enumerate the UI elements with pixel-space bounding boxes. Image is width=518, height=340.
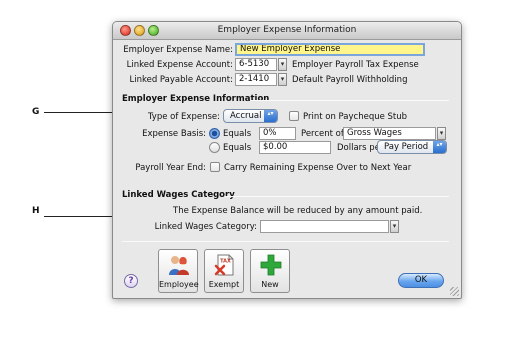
expense-info-separator (251, 100, 449, 101)
zoom-window-button[interactable] (148, 25, 159, 36)
employee-button-label: Employee (159, 280, 199, 289)
type-of-expense-value: Accrual (230, 111, 262, 121)
wages-section-title: Linked Wages Category (122, 190, 235, 200)
title-bar[interactable]: Employer Expense Information (113, 22, 461, 40)
employee-button[interactable]: Employee (158, 249, 199, 293)
expense-basis-label: Expense Basis: (142, 129, 206, 139)
window-title: Employer Expense Information (217, 25, 357, 35)
exempt-icon-text: TAX (220, 259, 231, 265)
minimize-window-button[interactable] (134, 25, 145, 36)
equals-percent-radio[interactable] (209, 128, 220, 139)
tax-exempt-icon: TAX (214, 254, 234, 276)
employee-icon (169, 256, 189, 275)
employer-expense-window: Employer Expense Information Employer Ex… (112, 21, 462, 299)
wages-category-lookup-button[interactable]: ▾ (390, 220, 399, 233)
new-button-label: New (261, 280, 279, 289)
dollars-per-popup[interactable]: Pay Period ▴▾ (377, 140, 447, 154)
linked-payable-account-name: Default Payroll Withholding (292, 75, 408, 85)
equals-dollars-label: Equals (223, 143, 252, 153)
linked-wages-category-input[interactable] (260, 220, 389, 233)
callout-g: G (32, 107, 40, 117)
payroll-year-end-label: Payroll Year End: (135, 163, 206, 173)
equals-dollars-radio[interactable] (209, 142, 220, 153)
linked-expense-account-input[interactable]: 6-5130 (235, 58, 277, 71)
percent-input[interactable]: 0% (259, 127, 296, 140)
exempt-button[interactable]: TAX Exempt (204, 249, 244, 293)
type-of-expense-label: Type of Expense: (147, 112, 220, 122)
resize-grip-icon[interactable] (450, 287, 459, 296)
popup-arrows-icon: ▴▾ (433, 141, 446, 153)
expense-account-lookup-button[interactable]: ▾ (278, 58, 287, 71)
help-button[interactable]: ? (124, 274, 138, 288)
linked-payable-account-label: Linked Payable Account: (129, 75, 234, 85)
wages-separator (225, 196, 449, 197)
exempt-button-label: Exempt (208, 280, 240, 289)
expense-info-section-title: Employer Expense Information (122, 94, 270, 104)
expense-name-input[interactable]: New Employer Expense (235, 43, 425, 56)
wages-note: The Expense Balance will be reduced by a… (173, 206, 423, 216)
percent-of-label: Percent of (301, 129, 344, 139)
linked-expense-account-label: Linked Expense Account: (126, 60, 233, 70)
linked-wages-category-label: Linked Wages Category: (154, 222, 257, 232)
carry-over-checkbox[interactable] (210, 162, 220, 172)
callout-h: H (32, 206, 40, 216)
percent-of-input[interactable]: Gross Wages (343, 127, 436, 140)
bottom-separator (122, 241, 449, 242)
dollars-per-value: Pay Period (384, 142, 429, 152)
print-on-stub-checkbox[interactable] (289, 111, 299, 121)
plus-icon (260, 254, 282, 276)
ok-button[interactable]: OK (398, 273, 444, 288)
type-of-expense-popup[interactable]: Accrual ▴▾ (223, 109, 278, 123)
dollars-input[interactable]: $0.00 (259, 141, 331, 154)
print-on-stub-label: Print on Paycheque Stub (303, 112, 408, 122)
equals-percent-label: Equals (223, 129, 252, 139)
new-button[interactable]: New (250, 249, 290, 293)
percent-of-lookup-button[interactable]: ▾ (437, 127, 446, 140)
carry-over-label: Carry Remaining Expense Over to Next Yea… (224, 163, 412, 173)
close-window-button[interactable] (120, 25, 131, 36)
popup-arrows-icon: ▴▾ (264, 110, 277, 122)
linked-payable-account-input[interactable]: 2-1410 (235, 73, 277, 86)
payable-account-lookup-button[interactable]: ▾ (278, 73, 287, 86)
linked-expense-account-name: Employer Payroll Tax Expense (292, 60, 419, 70)
expense-name-label: Employer Expense Name: (123, 45, 233, 55)
